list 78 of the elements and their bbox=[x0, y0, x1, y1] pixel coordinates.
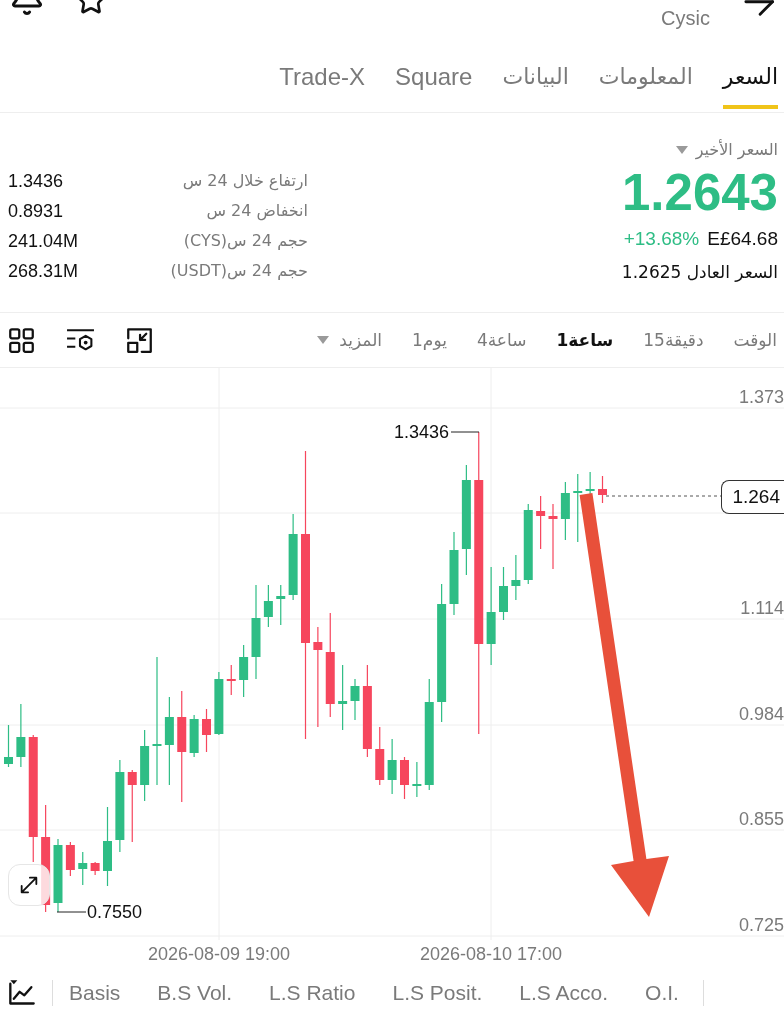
interval-tab[interactable]: 4ساعة bbox=[476, 327, 527, 353]
caret-down-icon bbox=[675, 146, 688, 154]
bullish-candle bbox=[78, 852, 88, 885]
indicator-tab[interactable]: L.S Posit. bbox=[392, 979, 483, 1006]
low-leader-line bbox=[56, 911, 87, 913]
bearish-candle bbox=[226, 665, 236, 695]
price-axis-label: 1.114 bbox=[740, 597, 784, 619]
stat-label: انخفاض 24 س bbox=[206, 200, 308, 223]
indicator-tab[interactable]: L.S Acco. bbox=[519, 979, 609, 1006]
bearish-candle bbox=[65, 842, 75, 876]
expand-button[interactable] bbox=[8, 864, 50, 906]
price-axis-label: 1.373 bbox=[738, 386, 784, 408]
bearish-candle bbox=[598, 476, 607, 503]
settings-icon[interactable] bbox=[66, 327, 95, 353]
price-axis-label: 0.725 bbox=[738, 914, 784, 936]
market-name: Cysic bbox=[661, 6, 710, 30]
stat-label: حجم 24 س(USDT) bbox=[170, 260, 308, 282]
bullish-candle bbox=[350, 679, 360, 720]
stat-value: 0.8931 bbox=[8, 199, 64, 223]
minimize-icon[interactable] bbox=[126, 326, 153, 354]
bearish-candle bbox=[375, 727, 385, 785]
more-dropdown[interactable]: المزيد bbox=[317, 327, 383, 353]
bullish-candle bbox=[387, 739, 397, 794]
bearish-candle bbox=[90, 862, 100, 875]
interval-tab[interactable]: 1يوم bbox=[412, 327, 447, 353]
stat-value: 1.3436 bbox=[8, 169, 64, 193]
time-axis-label: 2026-08-09 19:00 bbox=[147, 943, 291, 966]
bullish-candle bbox=[560, 482, 570, 540]
local-price: E£64.68 bbox=[707, 226, 778, 251]
bell-icon[interactable] bbox=[9, 0, 45, 15]
bullish-candle bbox=[16, 704, 26, 767]
indicator-tab[interactable]: L.S Ratio bbox=[269, 979, 356, 1006]
bullish-candle bbox=[276, 585, 286, 625]
line-chart-icon[interactable] bbox=[8, 979, 36, 1006]
high-price-label: 1.3436 bbox=[393, 421, 449, 443]
bearish-candle bbox=[536, 496, 546, 549]
indicator-tab[interactable]: O.I. bbox=[645, 979, 679, 1006]
price-axis-label: 0.984 bbox=[738, 703, 784, 725]
stat-value: 241.04M bbox=[8, 229, 79, 253]
interval-tab[interactable]: الوقت bbox=[733, 327, 777, 353]
tab[interactable]: Trade-X bbox=[279, 61, 366, 109]
bullish-candle bbox=[511, 555, 521, 600]
tab[interactable]: المعلومات bbox=[598, 61, 693, 109]
current-price-tag: 1.264 bbox=[721, 480, 784, 514]
bearish-candle bbox=[202, 709, 211, 752]
caret-down-icon bbox=[317, 336, 330, 344]
expand-icon bbox=[18, 874, 40, 896]
bearish-candle bbox=[400, 757, 409, 799]
bullish-candle bbox=[189, 715, 199, 757]
bullish-candle bbox=[499, 567, 508, 620]
interval-tab[interactable]: 15دقيقة bbox=[643, 327, 704, 353]
bullish-candle bbox=[263, 585, 273, 627]
grid-icon[interactable] bbox=[8, 326, 35, 354]
stat-label: حجم 24 س(CYS) bbox=[183, 230, 308, 252]
fair-price: السعر العادل 1.2625 bbox=[621, 261, 778, 284]
bullish-candle bbox=[4, 725, 13, 767]
time-axis-label: 2026-08-10 17:00 bbox=[419, 943, 563, 966]
bearish-candle bbox=[548, 504, 558, 569]
bullish-candle bbox=[338, 665, 348, 730]
last-price: 1.2643 bbox=[622, 165, 778, 221]
tab[interactable]: Square bbox=[395, 61, 473, 109]
price-change: +13.68% bbox=[623, 226, 700, 251]
low-price-label: 0.7550 bbox=[87, 901, 143, 923]
bullish-candle bbox=[140, 730, 150, 801]
stat-value: 268.31M bbox=[8, 259, 79, 283]
interval-tab[interactable]: 1ساعة bbox=[556, 327, 614, 353]
indicator-tab[interactable]: B.S Vol. bbox=[157, 979, 233, 1006]
high-leader-line bbox=[450, 431, 480, 433]
price-axis-label: 0.855 bbox=[738, 808, 784, 830]
bullish-candle bbox=[239, 645, 249, 697]
tab[interactable]: البيانات bbox=[502, 61, 569, 109]
bullish-candle bbox=[214, 672, 224, 735]
bullish-candle bbox=[412, 762, 422, 797]
indicator-tab[interactable]: Basis bbox=[69, 979, 121, 1006]
bearish-candle bbox=[127, 770, 137, 842]
tab[interactable]: السعر bbox=[722, 61, 778, 109]
stat-label: ارتفاع خلال 24 س bbox=[182, 170, 308, 193]
price-label: السعر الأخير bbox=[695, 138, 778, 162]
